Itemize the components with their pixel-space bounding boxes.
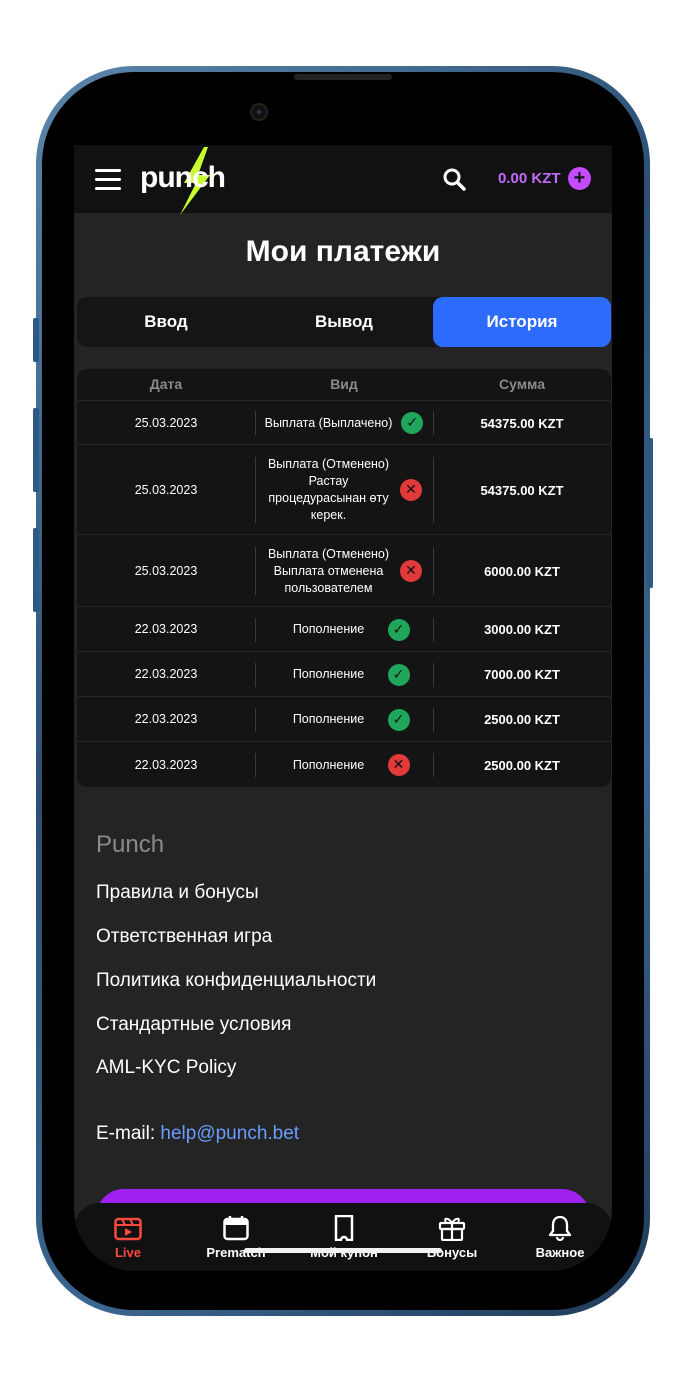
calendar-icon: [223, 1216, 249, 1241]
payment-date: 22.03.2023: [134, 757, 198, 772]
app-header: punch 0.00 KZT +: [74, 145, 612, 215]
coupon-icon: [334, 1215, 354, 1241]
payment-amount: 3000.00 KZT: [484, 622, 560, 637]
nav-label: Live: [114, 1245, 141, 1260]
payment-type: Пополнение: [292, 712, 365, 726]
footer-link-aml-kyc[interactable]: AML-KYC Policy: [96, 1057, 236, 1079]
payment-date: 22.03.2023: [134, 712, 198, 726]
footer-title: Punch: [96, 831, 165, 858]
live-icon: [114, 1217, 142, 1241]
side-button: [647, 438, 653, 588]
nav-live[interactable]: Live: [74, 1203, 182, 1271]
table-header: Дата Вид Сумма: [77, 369, 611, 400]
footer-link-responsible-gaming[interactable]: Ответственная игра: [96, 926, 272, 948]
error-icon: ✕: [387, 754, 410, 776]
menu-icon[interactable]: [95, 169, 121, 191]
payment-amount: 54375.00 KZT: [480, 482, 564, 498]
gift-icon: [438, 1217, 466, 1241]
speaker: [294, 74, 392, 80]
table-row: 22.03.2023 Пополнение ✓ 3000.00 KZT: [77, 606, 611, 652]
side-button: [33, 528, 39, 612]
payments-table: Дата Вид Сумма 25.03.2023 Выплата (Выпла…: [77, 369, 611, 787]
payment-date: 25.03.2023: [134, 563, 198, 578]
table-row: 22.03.2023 Пополнение ✓ 7000.00 KZT: [77, 651, 611, 697]
table-row: 22.03.2023 Пополнение ✓ 2500.00 KZT: [77, 696, 611, 742]
column-type: Вид: [330, 376, 358, 392]
payment-amount: 54375.00 KZT: [480, 415, 564, 431]
tab-withdraw[interactable]: Вывод: [255, 297, 433, 347]
payment-date: 25.03.2023: [134, 415, 198, 430]
brand-name: punch: [140, 161, 226, 194]
payment-type: Пополнение: [292, 757, 365, 772]
payment-type: Выплата (Выплачено): [264, 415, 393, 430]
success-icon: ✓: [387, 663, 410, 686]
payment-amount: 6000.00 KZT: [484, 563, 560, 579]
email-label: E-mail:: [96, 1123, 161, 1144]
table-row: 25.03.2023 Выплата (Отменено) Выплата от…: [77, 534, 611, 607]
search-icon[interactable]: [442, 167, 466, 191]
page-title: Мои платежи: [245, 235, 441, 268]
payment-amount: 2500.00 KZT: [484, 757, 560, 773]
side-button: [33, 318, 39, 362]
success-icon: ✓: [401, 412, 424, 434]
payment-date: 22.03.2023: [134, 622, 198, 636]
error-icon: ✕: [400, 479, 422, 501]
add-funds-icon[interactable]: +: [568, 167, 591, 190]
nav-prematch[interactable]: Prematch: [182, 1203, 290, 1271]
brand-logo[interactable]: punch: [140, 147, 270, 215]
column-date: Дата: [149, 376, 183, 392]
footer-email: E-mail: help@punch.bet: [96, 1123, 299, 1145]
tab-history[interactable]: История: [433, 297, 611, 347]
bell-icon: [548, 1215, 572, 1241]
success-icon: ✓: [387, 708, 410, 731]
nav-coupon[interactable]: Мой купон: [290, 1203, 398, 1271]
home-indicator[interactable]: [244, 1248, 442, 1253]
front-camera: [250, 103, 268, 121]
success-icon: ✓: [387, 618, 410, 641]
footer-link-terms[interactable]: Стандартные условия: [96, 1014, 291, 1036]
error-icon: ✕: [400, 560, 422, 582]
payment-amount: 7000.00 KZT: [484, 667, 560, 682]
column-amount: Сумма: [498, 376, 546, 392]
payment-amount: 2500.00 KZT: [484, 712, 560, 727]
side-button: [33, 408, 39, 492]
nav-bonuses[interactable]: Бонусы: [398, 1203, 506, 1271]
table-row: 22.03.2023 Пополнение ✕ 2500.00 KZT: [77, 741, 611, 787]
table-row: 25.03.2023 Выплата (Отменено) Растау про…: [77, 444, 611, 535]
payment-tabs: Ввод Вывод История: [77, 297, 611, 347]
balance-amount[interactable]: 0.00 KZT: [498, 170, 561, 187]
payment-type: Пополнение: [292, 667, 365, 681]
payment-date: 22.03.2023: [134, 667, 198, 681]
tab-deposit[interactable]: Ввод: [77, 297, 255, 347]
screen: punch 0.00 KZT + Мои платежи Ввод Вывод …: [74, 145, 612, 1271]
payment-type: Пополнение: [292, 622, 365, 636]
table-row: 25.03.2023 Выплата (Выплачено) ✓ 54375.0…: [77, 400, 611, 445]
nav-label: Важное: [535, 1245, 585, 1260]
footer-link-rules[interactable]: Правила и бонусы: [96, 882, 259, 904]
footer-link-privacy[interactable]: Политика конфиденциальности: [96, 970, 376, 992]
payment-type: Выплата (Отменено) Выплата отменена поль…: [267, 546, 390, 595]
email-link[interactable]: help@punch.bet: [160, 1123, 299, 1144]
nav-important[interactable]: Важное: [506, 1203, 612, 1271]
payment-date: 25.03.2023: [134, 482, 198, 497]
payment-type: Выплата (Отменено) Растау процедурасынан…: [267, 457, 390, 522]
bottom-nav: Live Prematch Мой купон Бонус: [74, 1203, 612, 1271]
